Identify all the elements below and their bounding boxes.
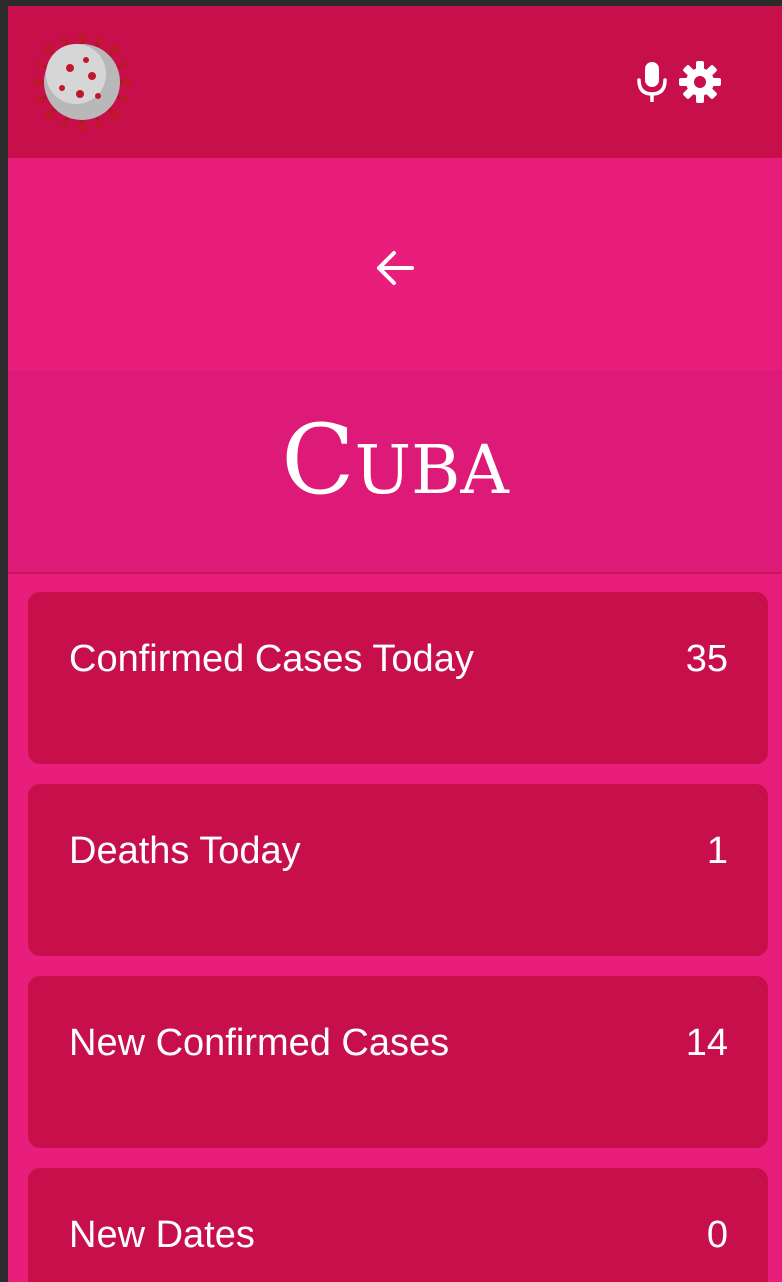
stat-label: Confirmed Cases Today <box>69 638 474 680</box>
country-name: Cuba <box>281 404 509 516</box>
stat-value: 0 <box>706 1214 728 1256</box>
stat-label: New Confirmed Cases <box>69 1022 450 1064</box>
gear-icon[interactable] <box>678 60 722 104</box>
stat-card-new-confirmed[interactable]: New Confirmed Cases 14 <box>28 976 768 1148</box>
microphone-icon[interactable] <box>635 62 669 102</box>
coronavirus-logo-icon[interactable] <box>32 32 132 132</box>
stat-label: Deaths Today <box>69 830 301 872</box>
stat-value: 35 <box>685 638 728 680</box>
stat-card-new-dates[interactable]: New Dates 0 <box>28 1168 768 1282</box>
back-navigation-band <box>8 158 782 370</box>
stat-label: New Dates <box>69 1214 255 1256</box>
top-app-bar <box>8 6 782 158</box>
app-frame: Cuba Confirmed Cases Today 35 Deaths Tod… <box>8 6 782 1282</box>
stat-card-confirmed-today[interactable]: Confirmed Cases Today 35 <box>28 592 768 764</box>
stat-value: 14 <box>685 1022 728 1064</box>
stat-card-deaths-today[interactable]: Deaths Today 1 <box>28 784 768 956</box>
arrow-left-icon[interactable] <box>370 243 420 293</box>
country-title-band: Cuba <box>8 370 782 574</box>
stat-value: 1 <box>706 830 728 872</box>
